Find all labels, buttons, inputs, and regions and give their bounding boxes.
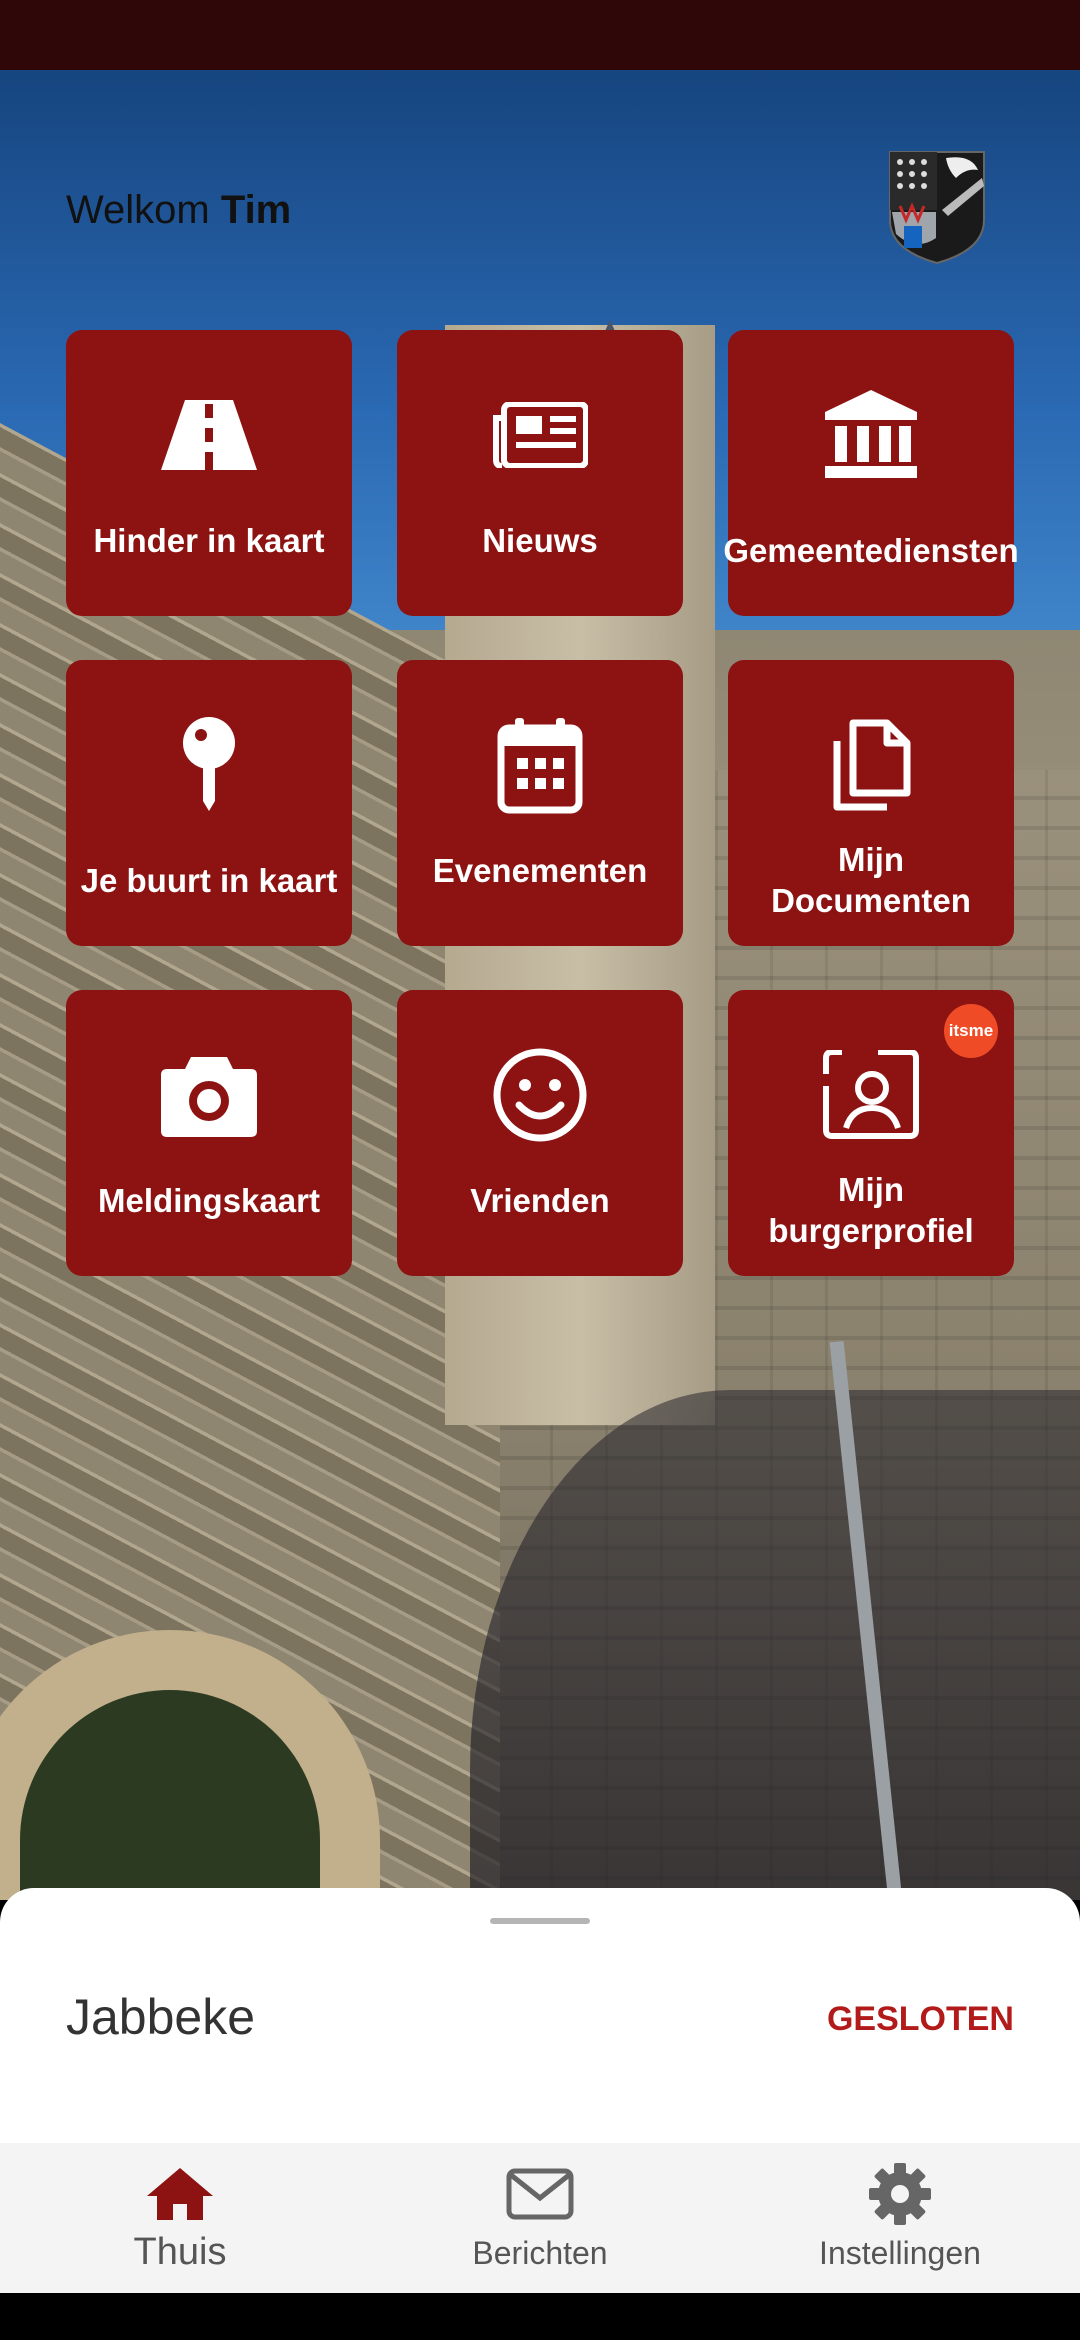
location-title: Jabbeke [66,1989,256,2045]
tile-label: Vrienden [470,1181,610,1219]
tile-hinder-in-kaart[interactable]: Hinder in kaart [66,330,352,616]
tile-gemeentediensten[interactable]: Gemeentediensten [723,330,1019,616]
municipality-crest-icon [889,151,985,265]
nav-label: Thuis [133,2231,227,2273]
welcome-greeting: Welkom Tim [66,188,291,233]
bottom-navigation: Thuis Berichten Instellingen [0,2143,1080,2293]
calendar-icon [497,718,583,814]
tile-grid: Hinder in kaart Nieuws Gemeentediensten … [66,330,1019,1276]
map-pin-icon [183,717,235,811]
tile-mijn-documenten[interactable]: Mijn Documenten [728,660,1014,946]
tile-label: Je buurt in kaart [80,861,338,899]
tile-label: Evenementen [432,851,648,889]
tile-label: Mijn burgerprofiel [768,1171,974,1249]
home-icon [147,2168,213,2220]
location-sheet[interactable]: Jabbeke GESLOTEN [0,1888,1080,2143]
tile-label: Hinder in kaart [93,521,325,559]
tile-label: Nieuws [482,521,598,559]
building-icon [825,390,917,478]
nav-instellingen[interactable]: Instellingen [720,2143,1080,2293]
nav-berichten[interactable]: Berichten [360,2143,720,2293]
tile-nieuws[interactable]: Nieuws [397,330,683,616]
welcome-text: Welkom [66,188,210,232]
camera-icon [161,1057,257,1137]
tile-vrienden[interactable]: Vrienden [397,990,683,1276]
nav-label: Berichten [472,2235,608,2271]
nav-thuis[interactable]: Thuis [0,2143,360,2293]
documents-icon [833,719,911,811]
gear-icon [869,2163,931,2225]
status-bar [0,0,1080,70]
smiley-icon [493,1048,587,1142]
profile-icon [823,1050,919,1139]
sheet-drag-handle[interactable] [490,1918,590,1924]
road-icon [161,400,257,470]
tile-evenementen[interactable]: Evenementen [397,660,683,946]
newspaper-icon [493,402,588,468]
nav-label: Instellingen [819,2235,981,2271]
system-navigation-bar [0,2293,1080,2340]
tile-label: Gemeentediensten [723,531,1019,569]
user-name: Tim [220,188,292,232]
tile-mijn-burgerprofiel[interactable]: itsme Mijn burgerprofiel [728,990,1014,1276]
tile-meldingskaart[interactable]: Meldingskaart [66,990,352,1276]
tile-label: Meldingskaart [98,1181,320,1219]
tile-je-buurt-in-kaart[interactable]: Je buurt in kaart [66,660,352,946]
tile-label: Mijn Documenten [771,841,971,919]
opening-status: GESLOTEN [826,2000,1014,2038]
envelope-icon [506,2168,574,2220]
